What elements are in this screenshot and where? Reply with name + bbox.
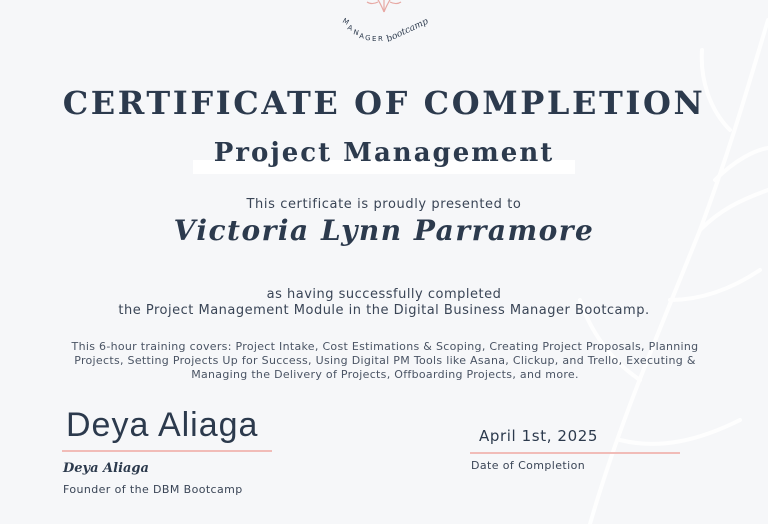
decorative-branches (578, 18, 768, 524)
signer-role: Founder of the DBM Bootcamp (63, 483, 243, 496)
svg-text:E: E (372, 35, 377, 43)
completion-date: April 1st, 2025 (479, 427, 599, 445)
signer-name: Deya Aliaga (63, 461, 149, 476)
course-description: This 6-hour training covers: Project Int… (71, 340, 699, 381)
date-label: Date of Completion (471, 459, 586, 472)
signature-rule (62, 450, 272, 452)
course-name: Project Management (213, 138, 555, 168)
bootcamp-logo: M A N A G E R bootcamp (341, 0, 430, 45)
presented-text: This certificate is proudly presented to (246, 197, 522, 212)
svg-text:bootcamp: bootcamp (385, 17, 430, 45)
completion-line-2: the Project Management Module in the Dig… (118, 303, 650, 318)
svg-text:R: R (378, 35, 384, 43)
certificate-title: CERTIFICATE OF COMPLETION (62, 84, 706, 122)
date-rule (470, 452, 680, 454)
signature: Deya Aliaga (66, 406, 259, 444)
completion-line-1: as having successfully completed (266, 287, 502, 302)
svg-text:G: G (365, 34, 372, 42)
recipient-name: Victoria Lynn Parramore (173, 214, 595, 247)
